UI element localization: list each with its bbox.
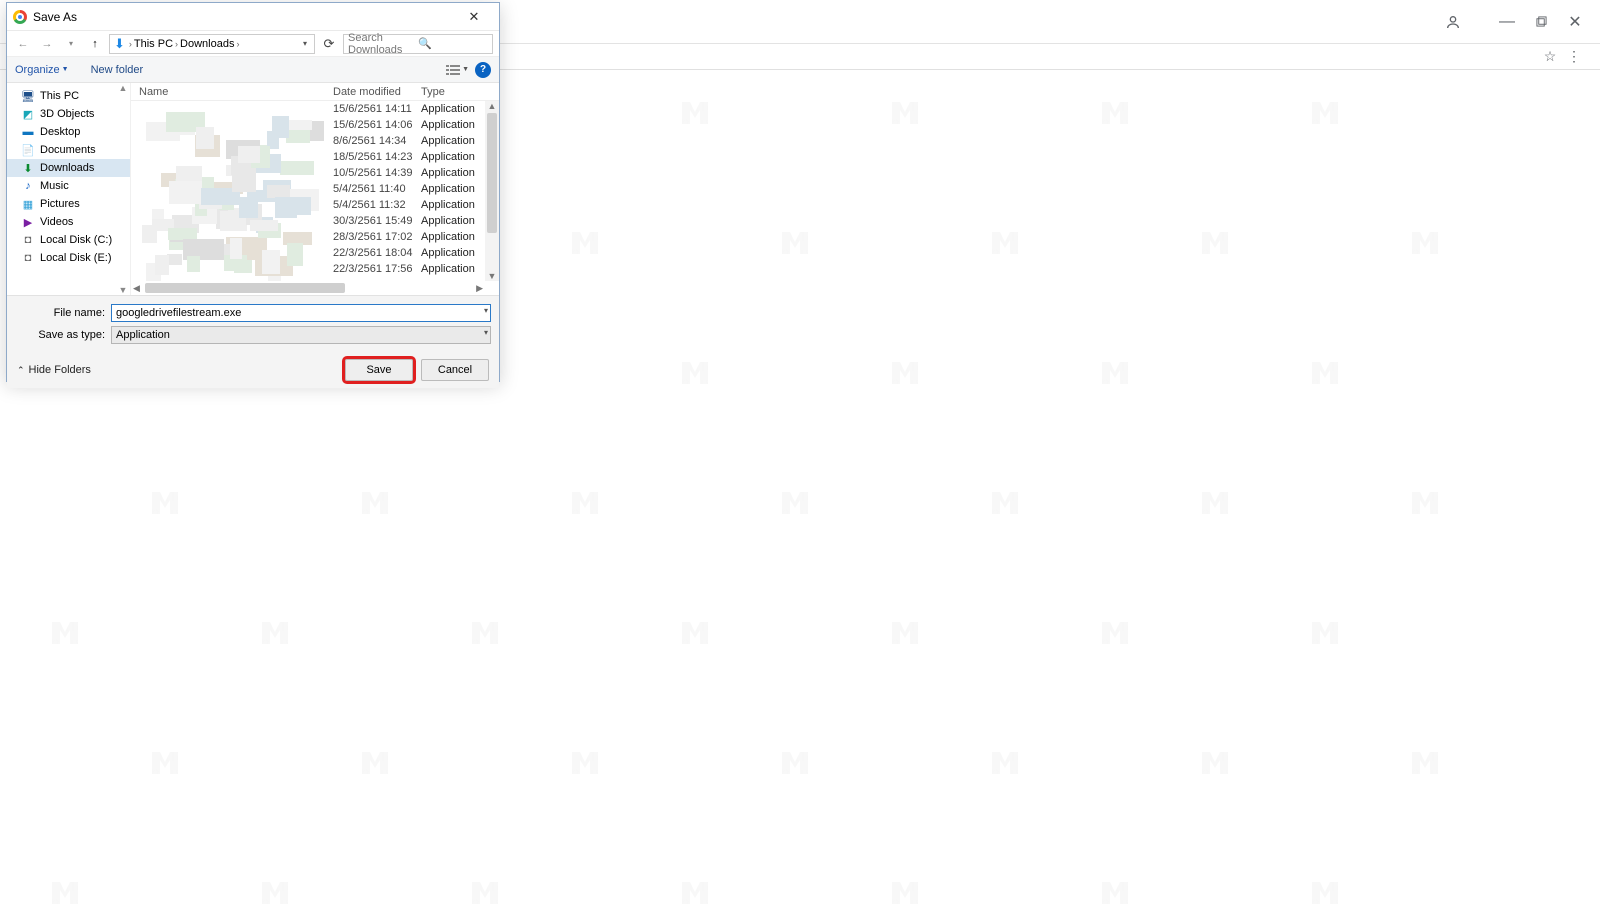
tree-item-3d-objects[interactable]: ◩3D Objects [7, 105, 130, 123]
scroll-up-icon[interactable]: ▲ [488, 101, 497, 111]
file-row[interactable]: 5/4/2561 11:32Application [131, 197, 499, 213]
breadcrumb[interactable]: ⬇ › This PC › Downloads › ▾ [109, 34, 315, 54]
file-row[interactable]: 5/4/2561 11:40Application [131, 181, 499, 197]
scrollbar-thumb[interactable] [487, 113, 497, 233]
chevron-down-icon: ▼ [462, 66, 469, 73]
nav-back-button[interactable]: ← [13, 34, 33, 54]
folder-tree[interactable]: ▲ 🖥This PC◩3D Objects▬Desktop📄Documents⬇… [7, 83, 131, 295]
file-list-area: Name Date modified Type 15/6/2561 14:11A… [131, 83, 499, 295]
filename-input[interactable] [111, 304, 491, 322]
dialog-footer: ⌃ Hide Folders Save Cancel [7, 352, 499, 388]
save-button[interactable]: Save [345, 359, 413, 381]
organize-button[interactable]: Organize ▼ [15, 64, 69, 76]
file-row[interactable]: 30/3/2561 15:49Application [131, 213, 499, 229]
save-as-dialog: Save As ✕ ← → ▾ ↑ ⬇ › This PC › Download… [6, 2, 500, 382]
pic-icon: ▦ [21, 197, 35, 211]
file-vertical-scrollbar[interactable]: ▲ ▼ [485, 101, 499, 281]
search-input[interactable]: Search Downloads 🔍 [343, 34, 493, 54]
search-placeholder: Search Downloads [348, 32, 418, 56]
tree-item-documents[interactable]: 📄Documents [7, 141, 130, 159]
new-folder-button[interactable]: New folder [91, 64, 144, 76]
doc-icon: 📄 [21, 143, 35, 157]
nav-up-button[interactable]: ↑ [85, 34, 105, 54]
saveastype-select[interactable]: Application [111, 326, 491, 344]
dialog-navrow: ← → ▾ ↑ ⬇ › This PC › Downloads › ▾ ⟳ Se… [7, 31, 499, 57]
minimize-icon[interactable]: — [1490, 5, 1524, 39]
column-date[interactable]: Date modified [333, 86, 421, 98]
chevron-up-icon: ⌃ [17, 365, 25, 376]
mus-icon: ♪ [21, 179, 35, 193]
file-row[interactable]: 8/6/2561 14:34Application [131, 133, 499, 149]
hide-folders-toggle[interactable]: ⌃ Hide Folders [17, 364, 91, 376]
scroll-left-icon[interactable]: ◀ [133, 283, 140, 294]
file-list-header[interactable]: Name Date modified Type [131, 83, 499, 101]
nav-forward-button[interactable]: → [37, 34, 57, 54]
scroll-right-icon[interactable]: ▶ [476, 283, 483, 294]
close-icon[interactable]: ✕ [455, 4, 493, 30]
column-name[interactable]: Name [131, 86, 333, 98]
search-icon: 🔍 [418, 37, 488, 50]
bookmark-star-icon[interactable]: ☆ [1538, 45, 1562, 69]
column-type[interactable]: Type [421, 86, 499, 98]
chrome-icon [13, 10, 27, 24]
pc-icon: 🖥 [21, 89, 35, 103]
browser-menu-icon[interactable]: ⋮ [1562, 45, 1586, 69]
download-glyph-icon: ⬇ [114, 36, 125, 52]
tree-item-videos[interactable]: ▶Videos [7, 213, 130, 231]
refresh-button[interactable]: ⟳ [319, 36, 339, 52]
nav-history-button[interactable]: ▾ [61, 34, 81, 54]
file-row[interactable]: 28/3/2561 17:02Application [131, 229, 499, 245]
scroll-down-icon[interactable]: ▼ [488, 271, 497, 281]
view-options-button[interactable]: ▼ [446, 64, 469, 76]
chevron-down-icon: ▼ [62, 66, 69, 73]
filename-label: File name: [15, 307, 105, 319]
desk-icon: ▬ [21, 125, 35, 139]
disk-icon: ◘ [21, 251, 35, 265]
help-icon[interactable]: ? [475, 62, 491, 78]
tree-scroll-down[interactable]: ▼ [116, 285, 130, 295]
tree-item-this-pc[interactable]: 🖥This PC [7, 87, 130, 105]
saveastype-label: Save as type: [15, 329, 105, 341]
tree-item-downloads[interactable]: ⬇Downloads [7, 159, 130, 177]
file-row[interactable]: 22/3/2561 17:56Application [131, 261, 499, 277]
scrollbar-thumb[interactable] [145, 283, 345, 293]
tree-item-desktop[interactable]: ▬Desktop [7, 123, 130, 141]
maximize-icon[interactable] [1524, 5, 1558, 39]
file-list[interactable]: 15/6/2561 14:11Application15/6/2561 14:0… [131, 101, 499, 279]
breadcrumb-dropdown-icon[interactable]: ▾ [298, 39, 312, 48]
vid-icon: ▶ [21, 215, 35, 229]
cancel-button[interactable]: Cancel [421, 359, 489, 381]
down-icon: ⬇ [21, 161, 35, 175]
file-row[interactable]: 18/5/2561 14:23Application [131, 149, 499, 165]
file-horizontal-scrollbar[interactable]: ◀ ▶ [131, 281, 485, 295]
dialog-toolbar: Organize ▼ New folder ▼ ? [7, 57, 499, 83]
tree-scroll-up[interactable]: ▲ [116, 83, 130, 93]
tree-item-local-disk-e-[interactable]: ◘Local Disk (E:) [7, 249, 130, 267]
file-row[interactable]: 10/5/2561 14:39Application [131, 165, 499, 181]
disk-icon: ◘ [21, 233, 35, 247]
file-row[interactable]: 15/6/2561 14:11Application [131, 101, 499, 117]
breadcrumb-folder[interactable]: Downloads [180, 38, 234, 50]
account-icon[interactable] [1436, 5, 1470, 39]
close-window-icon[interactable]: ✕ [1558, 5, 1592, 39]
tree-item-local-disk-c-[interactable]: ◘Local Disk (C:) [7, 231, 130, 249]
dialog-title: Save As [33, 10, 77, 24]
obj-icon: ◩ [21, 107, 35, 121]
breadcrumb-root[interactable]: This PC [134, 38, 173, 50]
dialog-titlebar: Save As ✕ [7, 3, 499, 31]
tree-item-music[interactable]: ♪Music [7, 177, 130, 195]
file-row[interactable]: 15/6/2561 14:06Application [131, 117, 499, 133]
dialog-form: File name: ▾ Save as type: Application ▾ [7, 295, 499, 352]
tree-item-pictures[interactable]: ▦Pictures [7, 195, 130, 213]
file-row[interactable]: 22/3/2561 18:04Application [131, 245, 499, 261]
